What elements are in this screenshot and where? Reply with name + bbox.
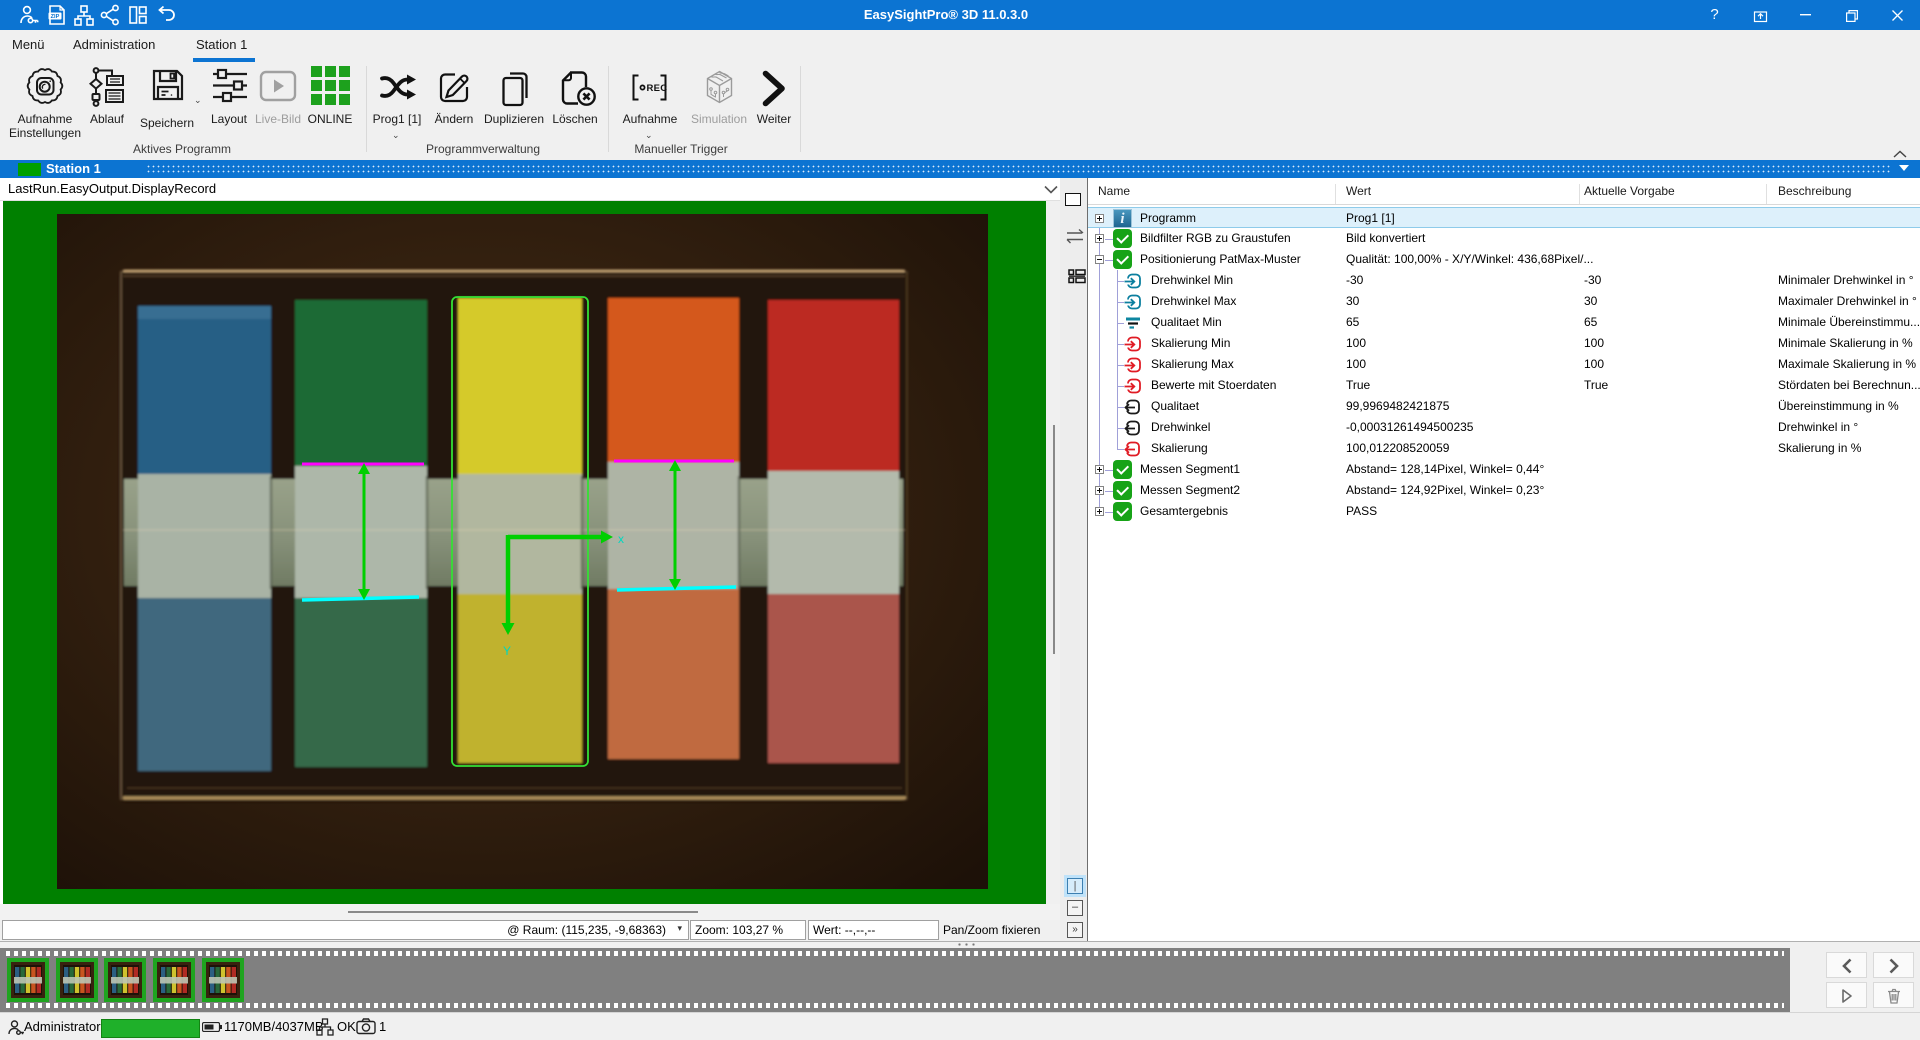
- svg-text:REC: REC: [647, 83, 668, 94]
- svg-text:ZIP: ZIP: [51, 14, 60, 20]
- svg-text:x: x: [618, 532, 624, 546]
- svg-text:Y: Y: [503, 644, 511, 658]
